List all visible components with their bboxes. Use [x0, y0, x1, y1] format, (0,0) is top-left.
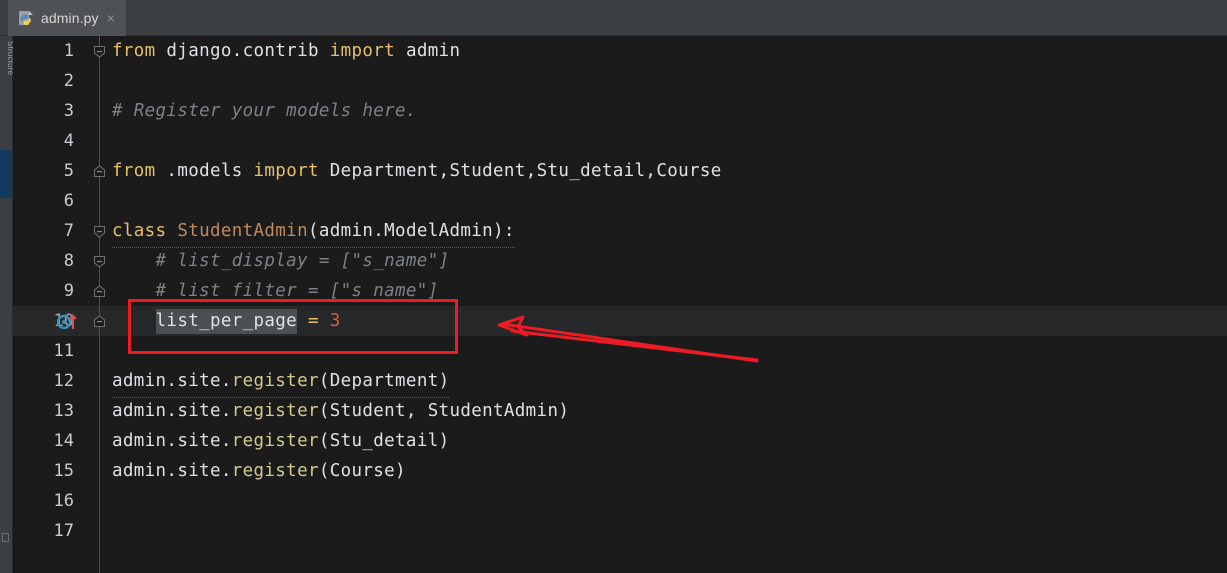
code-line[interactable]: class StudentAdmin(admin.ModelAdmin): [112, 216, 1227, 248]
fold-marker-collapse-down[interactable] [93, 45, 106, 58]
token-comment: # list_display = ["s_name"] [112, 251, 450, 271]
token-object-path: admin.site. [112, 461, 232, 481]
close-icon[interactable]: × [107, 11, 115, 25]
token-call-args: (Student, StudentAdmin) [318, 401, 570, 421]
override-method-icon[interactable] [56, 313, 81, 330]
line-number: 13 [53, 401, 74, 421]
token-imported-names: Department,Student,Stu_detail,Course [318, 161, 722, 181]
fold-marker-collapse-up[interactable] [93, 285, 106, 298]
code-line[interactable]: admin.site.register(Stu_detail) [112, 426, 1227, 456]
token-keyword-from: from [112, 161, 156, 181]
token-call-args: (Stu_detail) [318, 431, 450, 451]
line-number: 12 [53, 371, 74, 391]
line-number: 3 [63, 101, 74, 121]
fold-marker-collapse-down[interactable] [93, 255, 106, 268]
token-function-call: register [231, 461, 319, 481]
code-line[interactable]: # Register your models here. [112, 96, 1227, 126]
python-file-icon [18, 10, 34, 26]
token-module: django.contrib [155, 41, 330, 61]
line-number: 4 [63, 131, 74, 151]
code-line[interactable]: admin.site.register(Department) [112, 366, 1227, 398]
token-class-name: StudentAdmin [166, 221, 308, 241]
token-imported-name: admin [395, 41, 461, 61]
token-operator: = [297, 311, 330, 331]
code-line[interactable]: # list_filter = ["s_name"] [112, 276, 1227, 306]
editor-tab-admin-py[interactable]: admin.py × [8, 0, 126, 36]
tool-strip-active-marker [0, 150, 12, 198]
token-object-path: admin.site. [112, 401, 232, 421]
code-line-current[interactable]: list_per_page = 3 [112, 306, 1227, 336]
editor-tab-label: admin.py [41, 10, 99, 26]
tool-strip-chip-icon[interactable] [2, 533, 9, 542]
token-keyword-from: from [112, 41, 156, 61]
ide-editor-window: admin.py × Structure 1234567891011121314… [0, 0, 1227, 573]
token-number: 3 [329, 311, 341, 331]
line-number: 11 [53, 341, 74, 361]
line-number: 6 [63, 191, 74, 211]
token-class-bases: (admin.ModelAdmin): [307, 221, 515, 241]
code-line[interactable]: # list_display = ["s_name"] [112, 246, 1227, 276]
code-folding-rail[interactable] [86, 36, 112, 573]
fold-guide-line [99, 36, 100, 573]
token-function-call: register [231, 401, 319, 421]
token-function-call: register [231, 431, 319, 451]
token-keyword-class: class [112, 221, 167, 241]
token-keyword-import: import [253, 161, 319, 181]
line-number-gutter[interactable]: 1234567891011121314151617 [13, 36, 86, 573]
code-editor[interactable]: 1234567891011121314151617 from django.co… [13, 36, 1227, 573]
line-number: 15 [53, 461, 74, 481]
left-tool-window-strip: Structure [0, 36, 15, 573]
line-number: 17 [53, 521, 74, 541]
line-number: 1 [63, 41, 74, 61]
line-number: 7 [63, 221, 74, 241]
line-number: 2 [63, 71, 74, 91]
fold-marker-collapse-up[interactable] [93, 315, 106, 328]
line-number: 9 [63, 281, 74, 301]
token-call-args: (Department) [318, 371, 450, 391]
token-object-path: admin.site. [112, 371, 232, 391]
code-line[interactable]: from django.contrib import admin [112, 36, 1227, 66]
token-keyword-import: import [329, 41, 396, 61]
code-line[interactable]: from .models import Department,Student,S… [112, 156, 1227, 186]
token-function-call: register [231, 371, 319, 391]
code-text-area[interactable]: from django.contrib import admin # Regis… [112, 36, 1227, 573]
fold-marker-collapse-up[interactable] [93, 165, 106, 178]
token-comment: # list_filter = ["s_name"] [112, 281, 439, 301]
line-number: 8 [63, 251, 74, 271]
token-object-path: admin.site. [112, 431, 232, 451]
code-line[interactable]: admin.site.register(Student, StudentAdmi… [112, 396, 1227, 426]
fold-marker-collapse-down[interactable] [93, 225, 106, 238]
code-line[interactable]: admin.site.register(Course) [112, 456, 1227, 486]
token-module: .models [155, 161, 254, 181]
token-selected-identifier[interactable]: list_per_page [155, 309, 298, 334]
token-call-args: (Course) [318, 461, 406, 481]
token-comment: # Register your models here. [112, 101, 417, 121]
line-number: 14 [53, 431, 74, 451]
line-number: 16 [53, 491, 74, 511]
editor-tab-bar: admin.py × [0, 0, 1227, 36]
line-number: 5 [63, 161, 74, 181]
